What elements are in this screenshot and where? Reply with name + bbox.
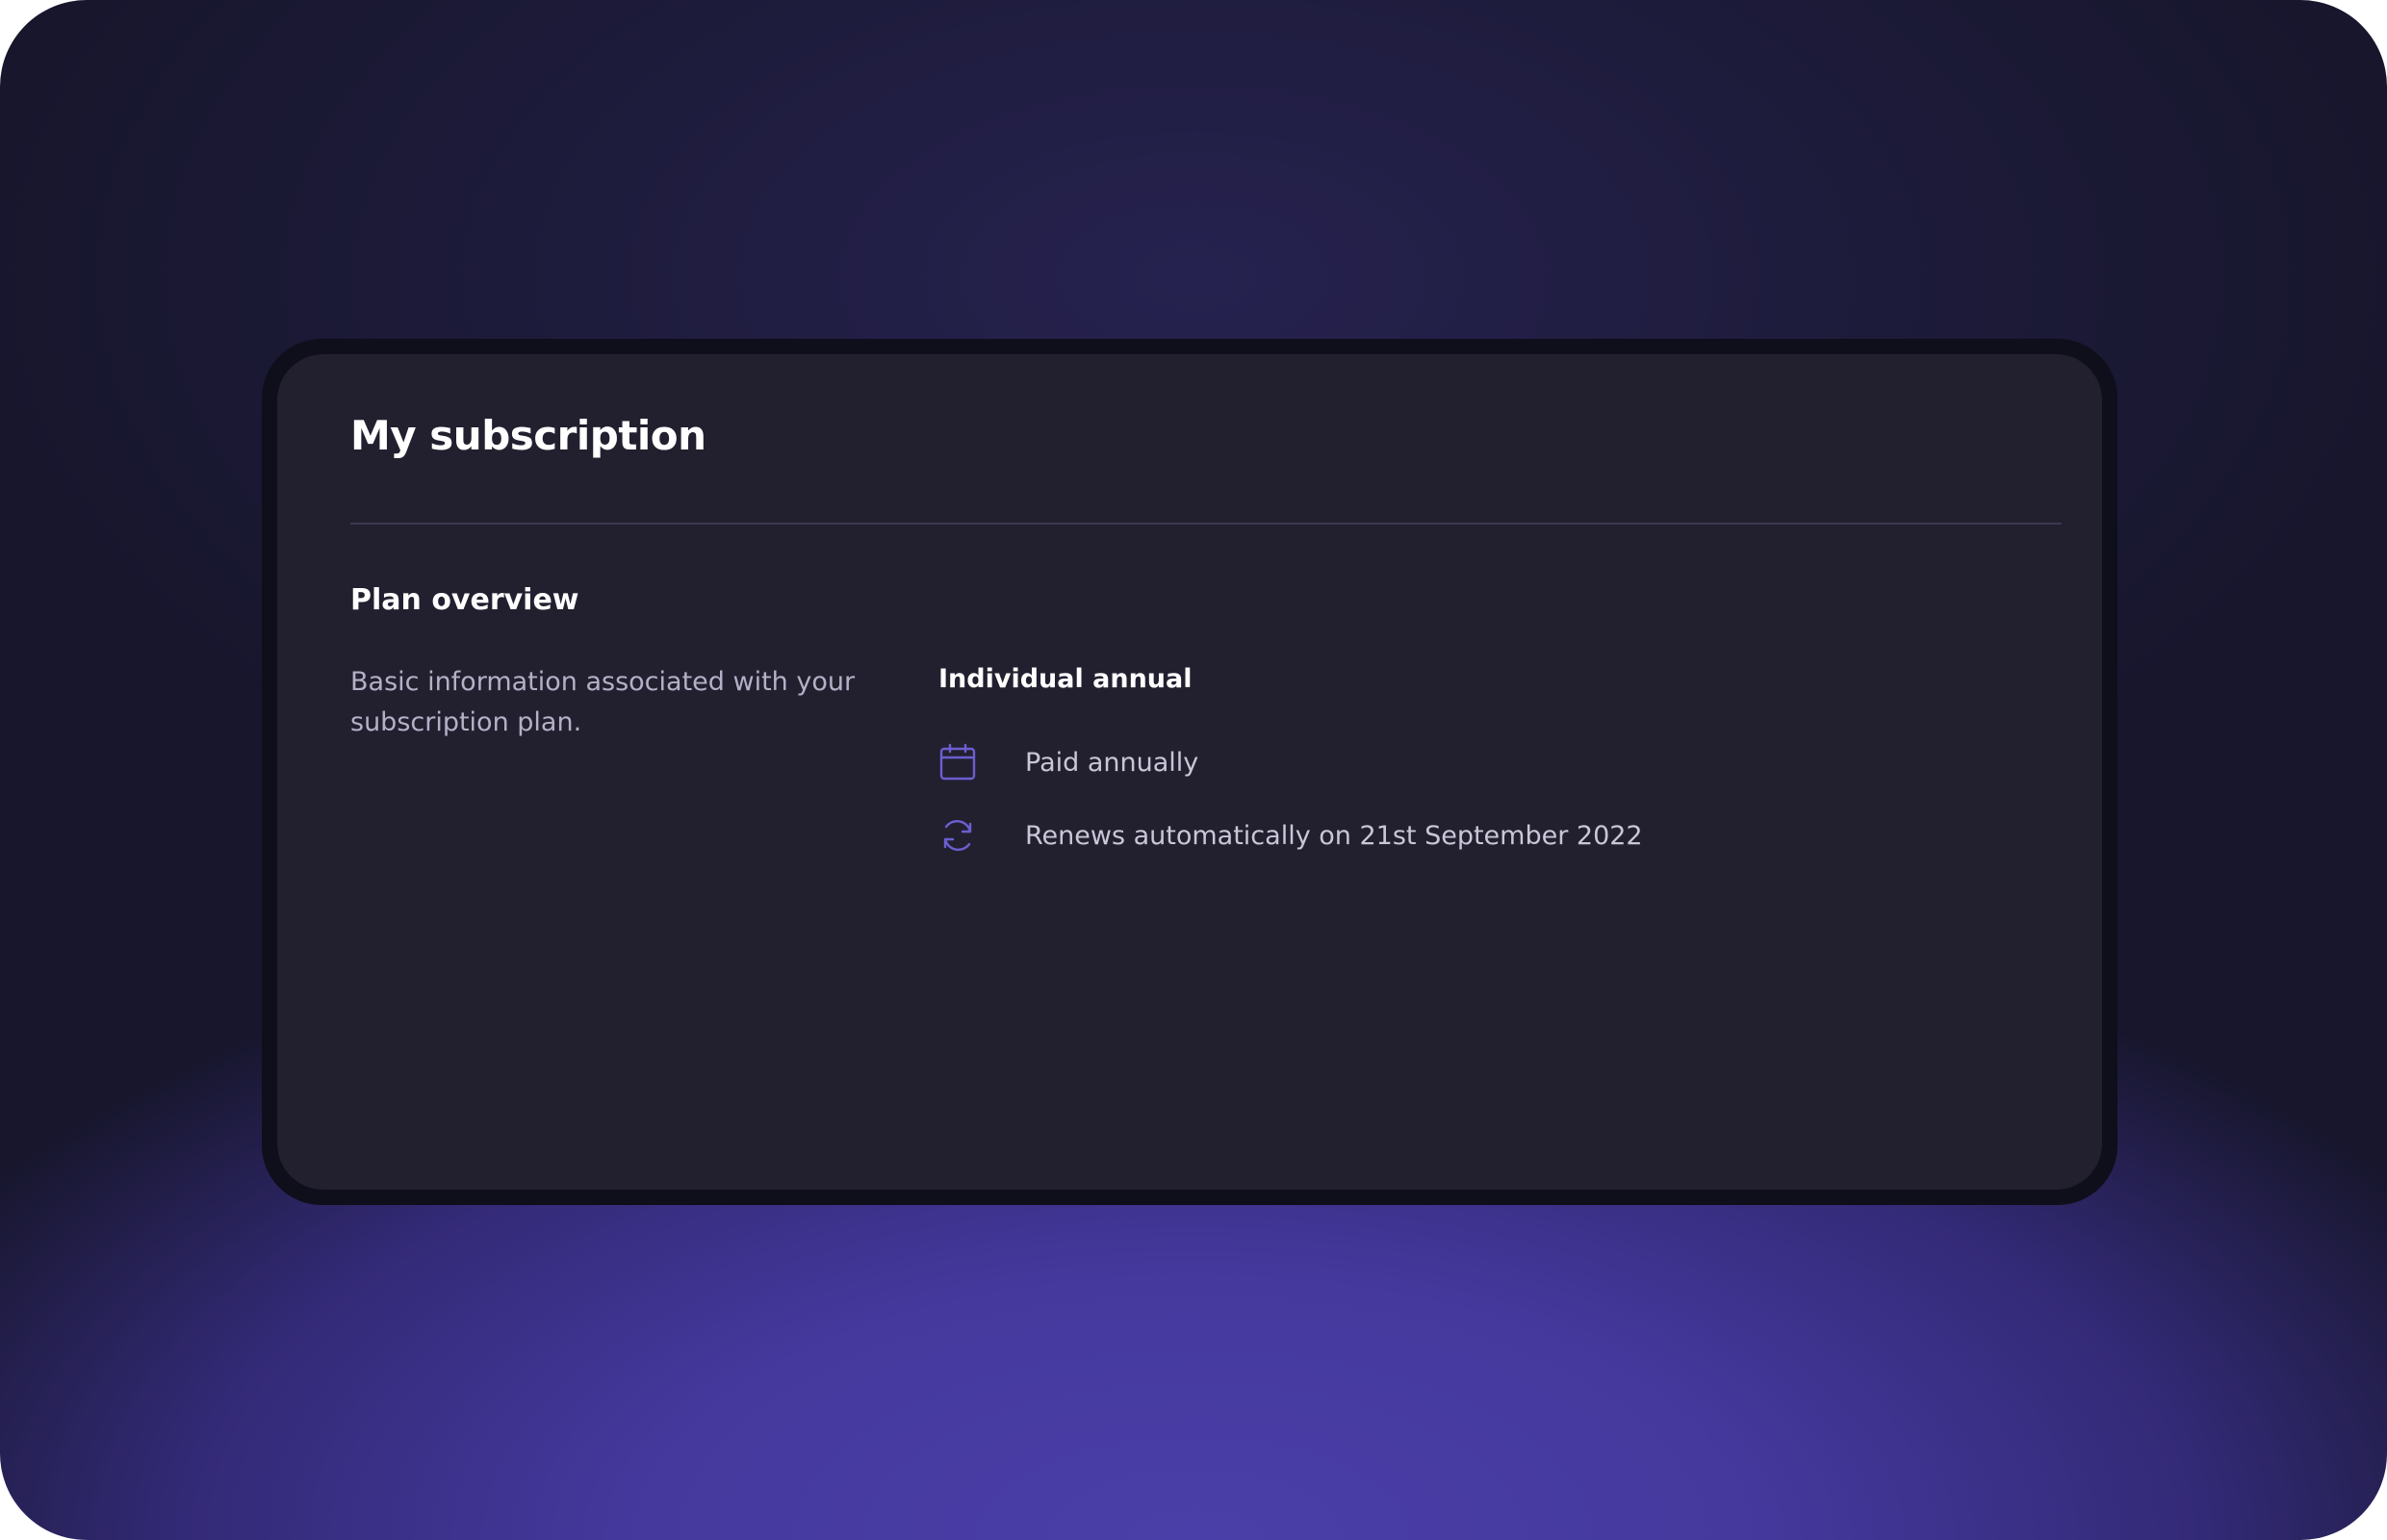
renewal-row: Renews automatically on 21st September 2… <box>938 816 1643 855</box>
billing-frequency-text: Paid annually <box>1025 747 1199 778</box>
header-divider <box>350 523 2062 525</box>
subscription-card-border: My subscription Plan overview Basic info… <box>262 339 2118 1205</box>
plan-overview-description: Basic information associated with your s… <box>350 667 856 737</box>
plan-overview-heading: Plan overview <box>350 583 579 617</box>
refresh-icon <box>938 816 977 855</box>
calendar-icon <box>938 743 977 782</box>
billing-frequency-row: Paid annually <box>938 743 1198 782</box>
renewal-text: Renews automatically on 21st September 2… <box>1025 820 1643 851</box>
plan-name: Individual annual <box>938 664 1193 694</box>
subscription-card: My subscription Plan overview Basic info… <box>277 354 2102 1190</box>
background-frame: My subscription Plan overview Basic info… <box>0 0 2387 1540</box>
page-title: My subscription <box>350 412 706 459</box>
